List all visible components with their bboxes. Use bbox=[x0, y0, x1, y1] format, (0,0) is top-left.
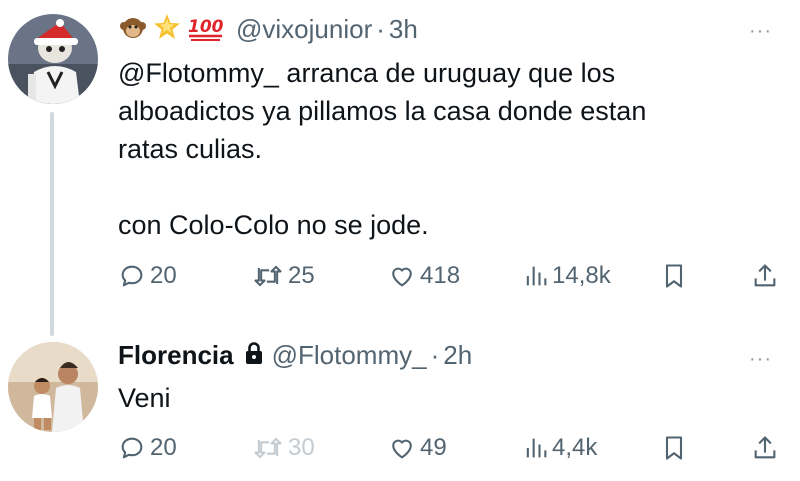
reply-icon bbox=[118, 262, 146, 290]
hundred-points-emoji-icon: 100 bbox=[186, 12, 226, 47]
display-name[interactable]: Florencia bbox=[118, 340, 234, 371]
thread-connector bbox=[50, 112, 54, 336]
share-icon bbox=[752, 262, 778, 290]
avatar-florencia[interactable] bbox=[8, 342, 98, 432]
retweet-icon bbox=[252, 434, 284, 462]
share-button[interactable] bbox=[752, 262, 778, 290]
tweet-header: Florencia @Flotommy_ · 2h bbox=[118, 340, 472, 371]
bookmark-button[interactable] bbox=[662, 262, 686, 290]
retweet-button: 30 bbox=[252, 434, 315, 462]
separator-dot: · bbox=[430, 340, 440, 370]
star-emoji-icon bbox=[152, 12, 182, 47]
tweet-2: Florencia @Flotommy_ · 2h ··· Veni 20 30… bbox=[0, 320, 800, 481]
reply-button[interactable]: 20 bbox=[118, 434, 177, 462]
retweet-icon bbox=[252, 262, 284, 290]
reply-count: 20 bbox=[150, 262, 177, 289]
like-icon bbox=[388, 262, 416, 290]
monkey-emoji-icon bbox=[118, 12, 148, 47]
handle[interactable]: @Flotommy_ bbox=[272, 340, 427, 371]
reply-count: 20 bbox=[150, 434, 177, 461]
views-count: 4,4k bbox=[552, 434, 598, 461]
share-icon bbox=[752, 434, 778, 462]
retweet-count: 25 bbox=[288, 262, 315, 289]
tweet-1: 100 @vixojunior · 3h ··· @Flotommy_ arra… bbox=[0, 0, 800, 336]
like-icon bbox=[388, 434, 416, 462]
retweet-count: 30 bbox=[288, 434, 315, 461]
retweet-button[interactable]: 25 bbox=[252, 262, 315, 290]
tweet-text: Veni bbox=[118, 383, 171, 413]
tweet-text-line: @Flotommy_ arranca de uruguay que los bbox=[118, 58, 616, 88]
timestamp[interactable]: 2h bbox=[443, 340, 472, 371]
avatar-vixojunior[interactable] bbox=[8, 14, 98, 104]
display-name[interactable]: 100 bbox=[118, 12, 226, 47]
bookmark-icon bbox=[662, 434, 686, 462]
views-icon bbox=[524, 262, 548, 290]
tweet-actions: 20 25 418 14,8k bbox=[118, 262, 788, 298]
share-button[interactable] bbox=[752, 434, 778, 462]
bookmark-icon bbox=[662, 262, 686, 290]
tweet-text-line: alboadictos ya pillamos la casa donde es… bbox=[118, 96, 647, 126]
like-count: 418 bbox=[420, 262, 461, 289]
timestamp[interactable]: 3h bbox=[389, 14, 418, 45]
reply-button[interactable]: 20 bbox=[118, 262, 177, 290]
views-button[interactable]: 4,4k bbox=[524, 434, 597, 462]
reply-icon bbox=[118, 434, 146, 462]
more-icon[interactable]: ··· bbox=[749, 348, 772, 371]
views-button[interactable]: 14,8k bbox=[524, 262, 611, 290]
like-count: 49 bbox=[420, 434, 447, 461]
more-icon[interactable]: ··· bbox=[749, 20, 772, 43]
svg-text:100: 100 bbox=[188, 17, 224, 37]
bookmark-button[interactable] bbox=[662, 434, 686, 462]
tweet-actions: 20 30 49 4,4k bbox=[118, 434, 788, 470]
like-button[interactable]: 49 bbox=[388, 434, 447, 462]
tweet-text-line: con Colo-Colo no se jode. bbox=[118, 210, 429, 240]
like-button[interactable]: 418 bbox=[388, 262, 460, 290]
views-count: 14,8k bbox=[552, 262, 611, 289]
tweet-header: 100 @vixojunior · 3h bbox=[118, 12, 418, 47]
separator-dot: · bbox=[376, 14, 385, 44]
tweet-text-line: ratas culias. bbox=[118, 134, 263, 164]
lock-icon bbox=[244, 341, 264, 370]
views-icon bbox=[524, 434, 548, 462]
tweet-text: @Flotommy_ arranca de uruguay que los al… bbox=[118, 54, 646, 244]
handle[interactable]: @vixojunior bbox=[236, 14, 372, 45]
